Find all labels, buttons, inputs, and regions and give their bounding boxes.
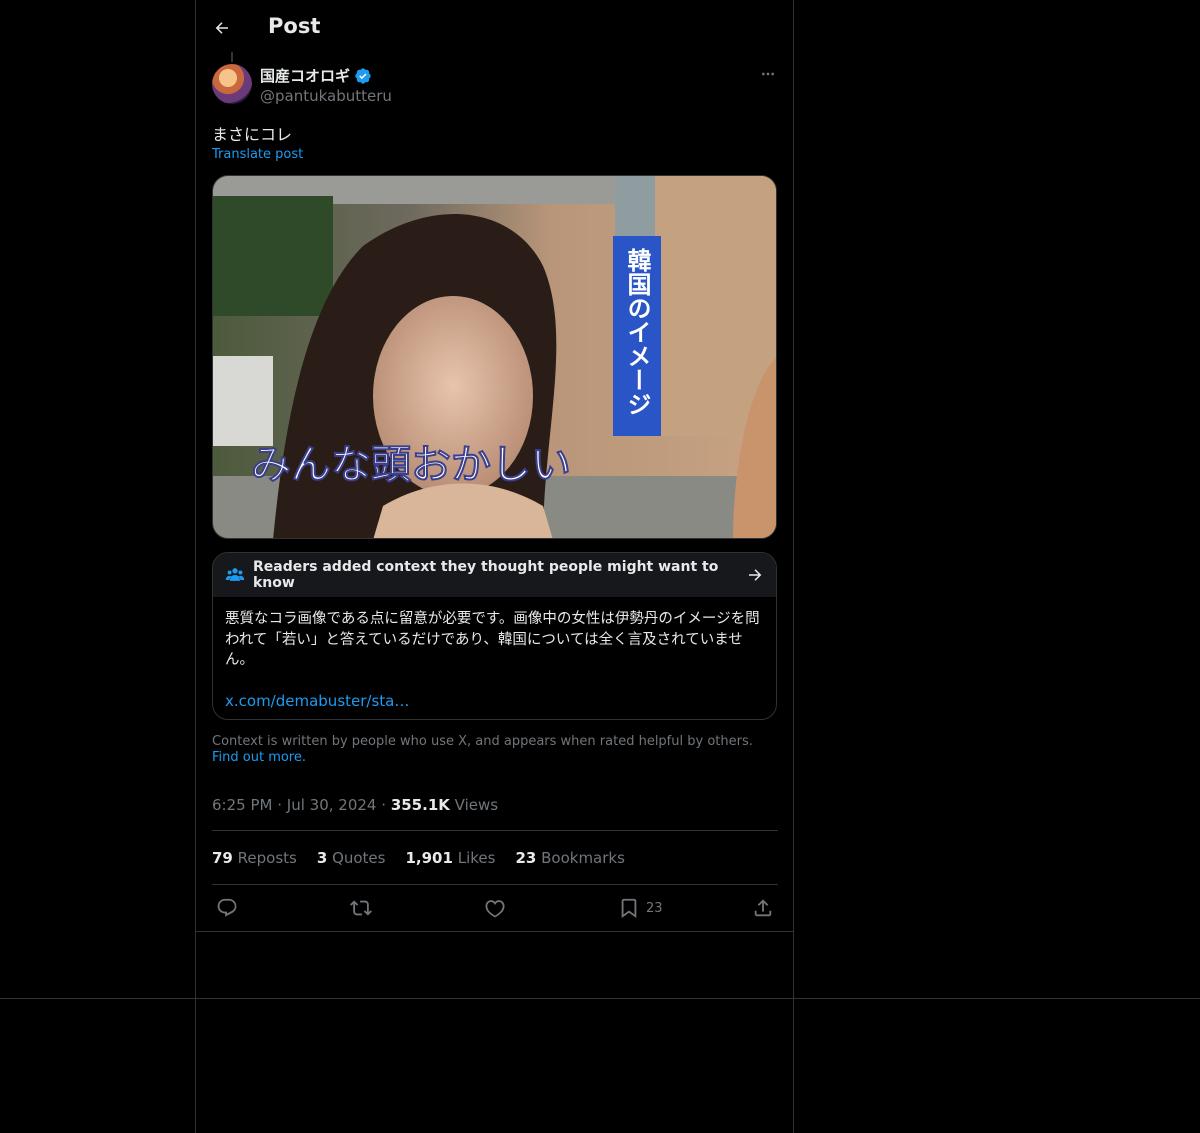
likes-label: Likes <box>457 849 496 867</box>
context-disclaimer: Context is written by people who use X, … <box>212 734 777 766</box>
community-note-header[interactable]: Readers added context they thought peopl… <box>213 553 776 597</box>
reply-icon <box>217 898 237 917</box>
thread-line <box>231 52 233 62</box>
likes-stat[interactable]: 1,901 Likes <box>405 849 495 867</box>
repost-icon <box>350 900 372 916</box>
bookmark-icon <box>621 898 637 919</box>
tweet-image[interactable]: 韓国のイメージ みんな頭おかしい <box>212 175 777 539</box>
bookmark-button[interactable]: 23 <box>618 895 663 921</box>
context-disclaimer-text: Context is written by people who use X, … <box>212 734 753 749</box>
author-name[interactable]: 国産コオロギ <box>260 65 372 86</box>
community-note-title: Readers added context they thought peopl… <box>253 559 719 591</box>
engagement-stats: 79 Reposts 3 Quotes 1,901 Likes 23 Bookm… <box>212 849 625 867</box>
page-header: Post <box>212 10 320 46</box>
arrow-right-icon <box>749 569 762 581</box>
community-note: Readers added context they thought peopl… <box>212 552 777 720</box>
more-options-icon[interactable] <box>758 64 778 84</box>
post-meta: 6:25 PM · Jul 30, 2024 · 355.1K Views <box>212 796 498 814</box>
heart-icon <box>485 900 505 918</box>
separator-dot: · <box>277 796 283 814</box>
tweet-text: まさにコレ <box>212 125 293 144</box>
reposts-stat[interactable]: 79 Reposts <box>212 849 297 867</box>
divider <box>212 884 778 885</box>
find-out-more-link[interactable]: Find out more. <box>212 750 306 765</box>
divider <box>0 998 1200 999</box>
reply-button[interactable] <box>216 895 238 921</box>
post-bottom-divider <box>195 931 794 932</box>
community-note-text: 悪質なコラ画像である点に留意が必要です。画像中の女性は伊勢丹のイメージを問われて… <box>225 611 760 668</box>
author-handle[interactable]: @pantukabutteru <box>260 87 392 105</box>
separator-dot: · <box>381 796 387 814</box>
reposts-label: Reposts <box>237 849 297 867</box>
quotes-count: 3 <box>316 849 328 867</box>
image-vertical-text: 韓国のイメージ <box>623 248 651 416</box>
page-title: Post <box>268 14 321 38</box>
community-note-body: 悪質なコラ画像である点に留意が必要です。画像中の女性は伊勢丹のイメージを問われて… <box>213 597 776 711</box>
verified-badge-icon <box>355 67 371 84</box>
quotes-label: Quotes <box>332 849 386 867</box>
post-time[interactable]: 6:25 PM <box>212 796 272 814</box>
reposts-count: 79 <box>212 849 233 867</box>
divider <box>212 830 778 831</box>
avatar[interactable] <box>212 64 252 104</box>
share-icon <box>754 899 772 917</box>
views-count: 355.1K <box>390 796 450 814</box>
share-button[interactable] <box>752 895 774 921</box>
community-note-source-link[interactable]: x.com/demabuster/sta… <box>225 691 764 712</box>
bookmarks-label: Bookmarks <box>541 849 625 867</box>
author-name-text: 国産コオロギ <box>260 67 351 85</box>
quotes-stat[interactable]: 3 Quotes <box>317 849 386 867</box>
translate-post-link[interactable]: Translate post <box>212 147 303 162</box>
action-bar: 23 <box>212 895 778 921</box>
repost-button[interactable] <box>350 895 372 921</box>
post-date[interactable]: Jul 30, 2024 <box>287 796 377 814</box>
bookmarks-stat[interactable]: 23 Bookmarks <box>515 849 624 867</box>
bookmarks-count: 23 <box>515 849 537 867</box>
likes-count: 1,901 <box>405 849 453 867</box>
image-caption-text: みんな頭おかしい <box>251 442 571 488</box>
bookmark-count: 23 <box>646 900 663 916</box>
like-button[interactable] <box>484 895 506 921</box>
views-label: Views <box>454 796 499 814</box>
back-arrow-icon[interactable] <box>212 18 232 38</box>
people-icon <box>225 568 245 581</box>
